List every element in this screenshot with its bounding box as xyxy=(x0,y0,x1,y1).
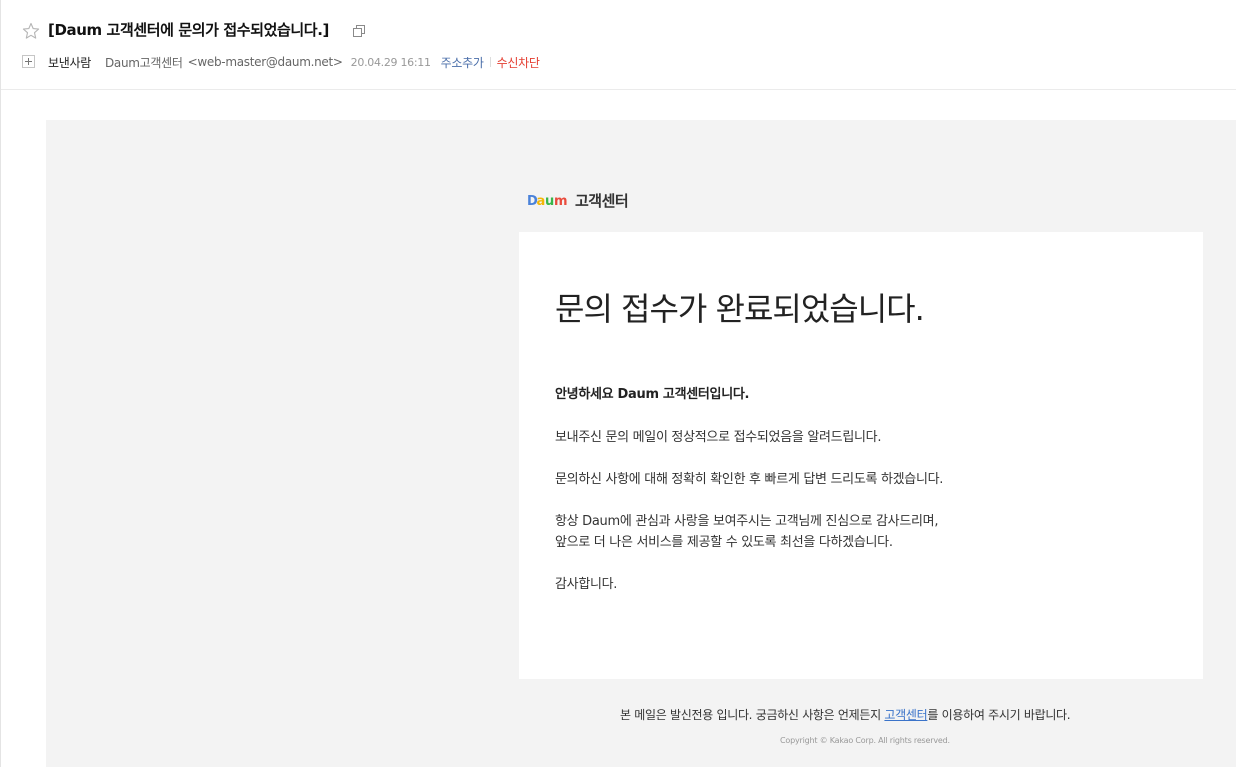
sender-label: 보낸사람 xyxy=(48,55,91,70)
mail-header: [Daum 고객센터에 문의가 접수되었습니다.] 보낸사람 Daum고객센터 … xyxy=(1,0,1236,90)
svg-text:u: u xyxy=(545,194,554,208)
star-icon[interactable] xyxy=(22,22,40,40)
message-paragraph: 보내주신 문의 메일이 정상적으로 접수되었음을 알려드립니다. xyxy=(555,430,882,445)
customer-center-link[interactable]: 고객센터 xyxy=(884,708,927,722)
greeting-text: 안녕하세요 Daum 고객센터입니다. xyxy=(555,387,750,402)
sender-row: 보낸사람 Daum고객센터 <web-master@daum.net> 20.0… xyxy=(48,53,540,71)
sender-name[interactable]: Daum고객센터 xyxy=(105,54,183,71)
block-sender-link[interactable]: 수신차단 xyxy=(497,54,540,71)
message-paragraph: 앞으로 더 나은 서비스를 제공할 수 있도록 최선을 다하겠습니다. xyxy=(555,535,893,550)
daum-logo: D a u m xyxy=(527,194,568,208)
svg-text:m: m xyxy=(554,194,568,208)
closing-text: 감사합니다. xyxy=(555,577,618,592)
mail-date: 20.04.29 16:11 xyxy=(350,55,431,69)
message-paragraph: 문의하신 사항에 대해 정확히 확인한 후 빠르게 답변 드리도록 하겠습니다. xyxy=(555,472,944,487)
svg-text:a: a xyxy=(537,194,546,208)
sender-email[interactable]: <web-master@daum.net> xyxy=(188,55,343,69)
plus-icon[interactable] xyxy=(22,55,35,68)
footer-notice: 본 메일은 발신전용 입니다. 궁금하신 사항은 언제든지 고객센터를 이용하여… xyxy=(620,706,1071,724)
footer-notice-text-end: 를 이용하여 주시기 바랍니다. xyxy=(927,708,1071,722)
copyright-text: Copyright © Kakao Corp. All rights reser… xyxy=(780,736,950,745)
message-title: 문의 접수가 완료되었습니다. xyxy=(555,290,925,328)
message-card: 문의 접수가 완료되었습니다. 안녕하세요 Daum 고객센터입니다. 보내주신… xyxy=(519,232,1203,679)
logo-text: 고객센터 xyxy=(575,191,629,210)
mail-subject: [Daum 고객센터에 문의가 접수되었습니다.] xyxy=(48,21,329,39)
add-address-link[interactable]: 주소추가 xyxy=(441,54,484,71)
link-divider xyxy=(489,57,491,67)
message-paragraph: 항상 Daum에 관심과 사랑을 보여주시는 고객님께 진심으로 감사드리며, xyxy=(555,514,939,529)
copy-icon[interactable] xyxy=(353,25,365,37)
mail-view: [Daum 고객센터에 문의가 접수되었습니다.] 보낸사람 Daum고객센터 … xyxy=(0,0,1236,767)
footer-notice-text: 본 메일은 발신전용 입니다. 궁금하신 사항은 언제든지 xyxy=(620,708,885,722)
customer-center-logo: D a u m 고객센터 xyxy=(527,189,629,211)
mail-body: D a u m 고객센터 문의 접수가 완료되었습니다. 안녕하세요 Daum … xyxy=(46,120,1236,767)
